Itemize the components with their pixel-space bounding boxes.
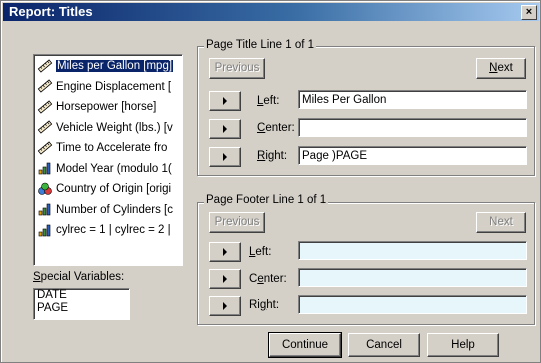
title-left-field[interactable]: Miles Per Gallon — [298, 90, 527, 109]
variable-label: Vehicle Weight (lbs.) [v — [56, 121, 173, 134]
ordinal-bar-icon — [37, 161, 53, 175]
title-center-arrow-button[interactable] — [209, 119, 241, 139]
title-left-arrow-button[interactable] — [209, 91, 241, 111]
title-next-button[interactable]: Next — [476, 58, 526, 79]
footer-left-arrow-button[interactable] — [209, 242, 241, 262]
footer-right-label: Right: — [249, 299, 280, 311]
nominal-circles-icon — [37, 182, 53, 196]
ordinal-bar-icon — [37, 223, 53, 237]
scale-ruler-icon — [37, 79, 53, 94]
title-previous-button[interactable]: Previous — [209, 58, 265, 79]
page-title-group-legend: Page Title Line 1 of 1 — [204, 39, 317, 51]
footer-right-field[interactable] — [298, 295, 527, 314]
variable-label: Model Year (modulo 1( — [56, 162, 172, 175]
next-label: ext — [497, 62, 513, 74]
variable-list-item[interactable]: Model Year (modulo 1( — [37, 160, 182, 179]
footer-left-field[interactable] — [298, 241, 527, 260]
footer-previous-button[interactable]: Previous — [209, 212, 265, 233]
footer-center-arrow-button[interactable] — [209, 269, 241, 289]
title-center-field[interactable] — [298, 118, 527, 137]
window-title: Report: Titles — [9, 4, 93, 19]
variable-list-item[interactable]: Time to Accelerate fro — [37, 139, 182, 158]
close-icon[interactable]: × — [521, 5, 537, 20]
footer-center-field[interactable] — [298, 268, 527, 287]
report-titles-dialog: Report: Titles × Miles per Gallon [mpg] E… — [0, 0, 541, 363]
variable-list-item[interactable]: cylrec = 1 | cylrec = 2 | — [37, 221, 182, 240]
special-variables-label: Special Variables: — [33, 271, 125, 283]
variable-label: Engine Displacement [ — [56, 80, 172, 93]
title-right-field[interactable]: Page )PAGE — [298, 146, 527, 165]
help-button[interactable]: Help — [427, 333, 499, 357]
variable-list-item[interactable]: Miles per Gallon [mpg] — [37, 57, 182, 76]
title-right-label: Right: — [257, 150, 288, 162]
cancel-button[interactable]: Cancel — [348, 333, 420, 357]
title-right-arrow-button[interactable] — [209, 147, 241, 167]
list-item[interactable]: PAGE — [37, 302, 129, 315]
scale-ruler-icon — [37, 141, 53, 155]
variable-list-item[interactable]: Country of Origin [origi — [37, 180, 182, 199]
footer-right-arrow-button[interactable] — [209, 296, 241, 316]
variable-label: Country of Origin [origi — [56, 183, 172, 195]
variable-label: Miles per Gallon [mpg] — [56, 60, 174, 72]
special-variables-list[interactable]: DATE PAGE — [33, 288, 130, 320]
footer-center-label: Center: — [249, 273, 287, 285]
variable-label: Number of Cylinders [c — [56, 203, 173, 216]
variable-label: cylrec = 1 | cylrec = 2 | — [56, 224, 171, 236]
scale-ruler-icon — [37, 100, 53, 114]
variable-label: Horsepower [horse] — [56, 101, 157, 113]
variable-list-item[interactable]: Horsepower [horse] — [37, 98, 182, 117]
variable-list-item[interactable]: Number of Cylinders [c — [37, 201, 182, 220]
page-footer-group-legend: Page Footer Line 1 of 1 — [204, 194, 329, 206]
scale-ruler-icon — [37, 120, 53, 135]
title-center-label: Center: — [257, 122, 295, 134]
variable-list[interactable]: Miles per Gallon [mpg] Engine Displacemen… — [33, 54, 183, 266]
list-item[interactable]: DATE — [37, 289, 129, 302]
variable-list-item[interactable]: Vehicle Weight (lbs.) [v — [37, 119, 182, 138]
title-left-label: Left: — [257, 95, 280, 107]
variable-label: Time to Accelerate fro — [56, 142, 168, 154]
ordinal-bar-icon — [37, 202, 53, 216]
scale-ruler-icon — [37, 59, 53, 73]
variable-list-item[interactable]: Engine Displacement [ — [37, 78, 182, 97]
title-bar[interactable]: Report: Titles × — [3, 3, 539, 21]
footer-next-button[interactable]: Next — [476, 212, 526, 233]
continue-button[interactable]: Continue — [268, 332, 342, 358]
footer-left-label: Left: — [249, 246, 272, 258]
